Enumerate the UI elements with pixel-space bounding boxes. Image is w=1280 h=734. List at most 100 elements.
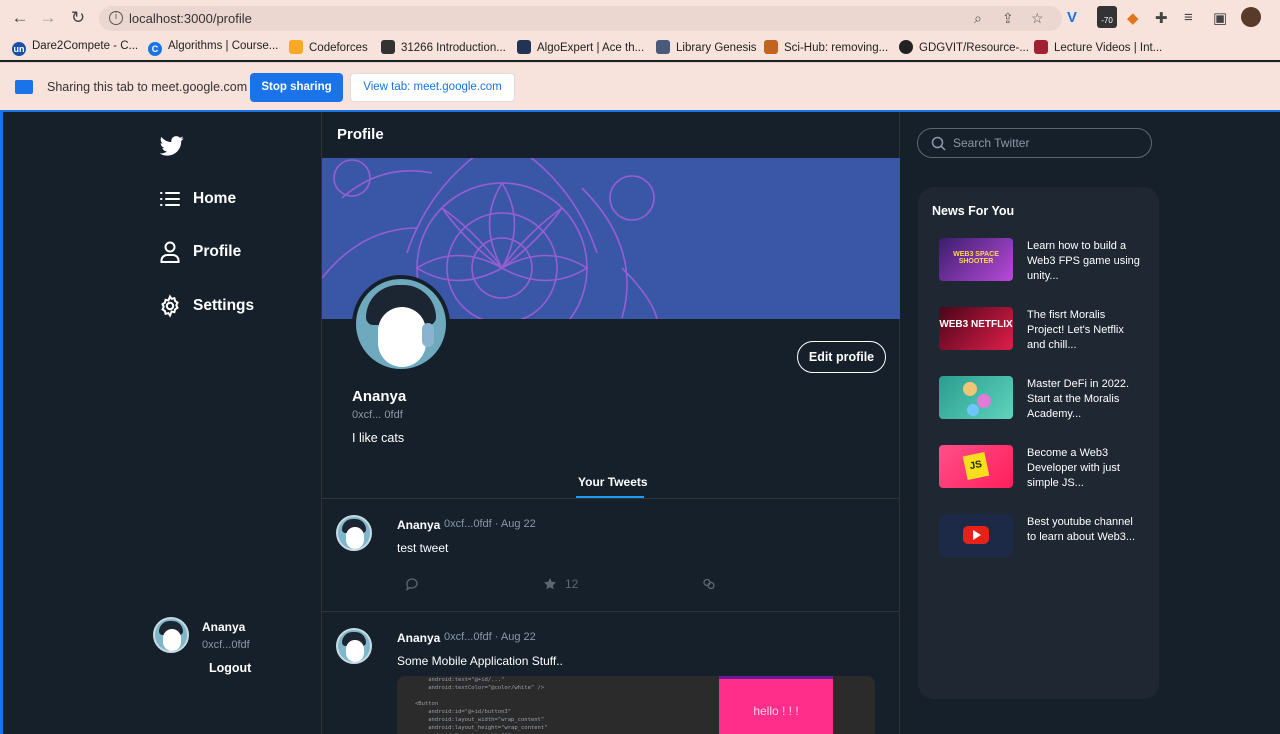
divider bbox=[322, 498, 900, 499]
sidebar-item-profile[interactable]: Profile bbox=[158, 237, 241, 267]
extensions-puzzle-icon[interactable]: ✚ bbox=[1155, 9, 1168, 27]
phone-preview: hello ! ! ! bbox=[719, 676, 833, 734]
tweet-media-image[interactable]: android:text="@+id/..." android:textColo… bbox=[397, 676, 875, 734]
right-rail: Search Twitter News For You WEB3 SPACE S… bbox=[900, 112, 1280, 734]
reload-icon[interactable]: ↻ bbox=[68, 8, 88, 28]
address-bar[interactable]: i localhost:3000/profile ⌕ ⇪ ☆ bbox=[99, 6, 1062, 31]
left-sidebar: Home Profile Settings Ananya 0xcf...0fdf… bbox=[3, 112, 321, 734]
js-logo-icon: JS bbox=[962, 451, 990, 481]
news-item[interactable]: Master DeFi in 2022. Start at the Morali… bbox=[939, 376, 1154, 422]
tab-your-tweets[interactable]: Your Tweets bbox=[578, 475, 648, 489]
bookmark-favicon-icon bbox=[764, 40, 778, 54]
bookmark-item[interactable]: Library Genesis bbox=[656, 40, 757, 54]
gear-icon bbox=[161, 294, 179, 318]
news-thumbnail: WEB3 NETFLIX bbox=[939, 307, 1013, 350]
metamask-icon[interactable]: ◆ bbox=[1127, 9, 1139, 27]
tweet-meta: 0xcf...0fdf · Aug 22 bbox=[444, 631, 536, 643]
side-panel-icon[interactable]: ▣ bbox=[1213, 9, 1227, 27]
url-text: localhost:3000/profile bbox=[129, 11, 252, 26]
link-icon bbox=[703, 578, 715, 590]
bookmark-item[interactable]: GDGVIT/Resource-... bbox=[899, 40, 1029, 54]
sidebar-item-settings[interactable]: Settings bbox=[158, 291, 254, 321]
bookmark-item[interactable]: un Dare2Compete - C... bbox=[12, 40, 138, 56]
search-input[interactable]: Search Twitter bbox=[917, 128, 1152, 158]
divider bbox=[322, 611, 900, 612]
bookmark-favicon-icon bbox=[656, 40, 670, 54]
tweet-author: Ananya bbox=[397, 518, 441, 532]
bookmark-item[interactable]: Codeforces bbox=[289, 40, 368, 54]
avatar bbox=[153, 617, 189, 653]
extension-badge-count: -70 bbox=[1101, 16, 1113, 25]
tweet-card[interactable]: Ananya 0xcf...0fdf · Aug 22 test tweet 1… bbox=[322, 515, 900, 610]
coin-icon bbox=[967, 404, 979, 416]
bookmark-favicon-icon bbox=[381, 40, 395, 54]
bookmark-favicon-icon: C bbox=[148, 42, 162, 56]
zoom-icon[interactable]: ⌕ bbox=[974, 10, 982, 27]
news-thumbnail: JS bbox=[939, 445, 1013, 488]
bookmarks-bar: un Dare2Compete - C... C Algorithms | Cour… bbox=[0, 36, 1280, 60]
news-text: Best youtube channel to learn about Web3… bbox=[1027, 516, 1136, 543]
news-item[interactable]: Best youtube channel to learn about Web3… bbox=[939, 514, 1154, 560]
news-thumbnail bbox=[939, 376, 1013, 419]
comment-icon bbox=[405, 578, 418, 591]
tweet-card[interactable]: Ananya 0xcf...0fdf · Aug 22 Some Mobile … bbox=[322, 628, 900, 734]
profile-address: 0xcf... 0fdf bbox=[352, 409, 403, 421]
github-icon bbox=[899, 40, 913, 54]
sidebar-item-label: Settings bbox=[193, 297, 255, 314]
play-icon bbox=[973, 530, 981, 540]
avatar bbox=[336, 628, 372, 664]
site-info-icon[interactable]: i bbox=[109, 11, 123, 25]
profile-avatar[interactable] bbox=[352, 275, 450, 373]
twitter-app: Home Profile Settings Ananya 0xcf...0fdf… bbox=[0, 110, 1280, 734]
bookmark-favicon-icon bbox=[289, 40, 303, 54]
news-text: The fisrt Moralis Project! Let's Netflix… bbox=[1027, 309, 1124, 351]
news-item[interactable]: WEB3 NETFLIX The fisrt Moralis Project! … bbox=[939, 307, 1154, 353]
reply-button[interactable] bbox=[405, 577, 419, 591]
bookmark-item[interactable]: 31266 Introduction... bbox=[381, 40, 506, 54]
star-icon bbox=[544, 578, 556, 590]
back-arrow-icon[interactable]: ← bbox=[10, 8, 30, 28]
page-title: Profile bbox=[337, 126, 384, 143]
news-title: News For You bbox=[932, 204, 1015, 218]
share-icon[interactable]: ⇪ bbox=[1002, 10, 1014, 27]
star-button[interactable]: 12 bbox=[543, 577, 578, 591]
extension-badge-icon[interactable]: -70 bbox=[1097, 6, 1117, 28]
news-text: Master DeFi in 2022. Start at the Morali… bbox=[1027, 378, 1130, 420]
avatar bbox=[336, 515, 372, 551]
tweet-meta: 0xcf...0fdf · Aug 22 bbox=[444, 518, 536, 530]
logout-button[interactable]: Logout bbox=[209, 661, 251, 675]
user-icon bbox=[160, 241, 180, 263]
sidebar-item-home[interactable]: Home bbox=[158, 184, 236, 214]
bookmark-item[interactable]: C Algorithms | Course... bbox=[148, 40, 278, 56]
edit-profile-button[interactable]: Edit profile bbox=[797, 341, 886, 373]
news-item[interactable]: WEB3 SPACE SHOOTER Learn how to build a … bbox=[939, 238, 1154, 284]
search-icon bbox=[931, 136, 946, 151]
sidebar-item-label: Home bbox=[193, 190, 237, 207]
main-feed: Profile Edit profile Ananya 0xcf... 0fdf… bbox=[321, 112, 900, 734]
code-screenshot: android:text="@+id/..." android:textColo… bbox=[415, 677, 548, 734]
profile-avatar-icon[interactable] bbox=[1241, 7, 1261, 27]
news-text: Become a Web3 Developer with just simple… bbox=[1027, 447, 1120, 489]
bookmark-item[interactable]: AlgoExpert | Ace th... bbox=[517, 40, 644, 54]
forward-arrow-icon[interactable]: → bbox=[38, 8, 58, 28]
bookmark-item[interactable]: Lecture Videos | Int... bbox=[1034, 40, 1162, 54]
profile-bio: I like cats bbox=[352, 431, 405, 445]
twitter-bird-icon[interactable] bbox=[160, 136, 184, 156]
tweet-author: Ananya bbox=[397, 631, 441, 645]
sidebar-user-address: 0xcf...0fdf bbox=[202, 639, 250, 651]
reading-list-icon[interactable]: ≡ bbox=[1184, 9, 1193, 26]
coin-icon bbox=[977, 394, 991, 408]
sidebar-item-label: Profile bbox=[193, 243, 242, 260]
view-tab-button[interactable]: View tab: meet.google.com bbox=[350, 73, 515, 102]
news-item[interactable]: JS Become a Web3 Developer with just sim… bbox=[939, 445, 1154, 491]
bookmark-star-icon[interactable]: ☆ bbox=[1031, 10, 1044, 27]
search-placeholder: Search Twitter bbox=[953, 136, 1030, 150]
tweet-text: test tweet bbox=[397, 541, 449, 555]
home-list-icon bbox=[160, 192, 180, 206]
bookmark-item[interactable]: Sci-Hub: removing... bbox=[764, 40, 888, 54]
news-thumbnail bbox=[939, 514, 1013, 557]
link-button[interactable] bbox=[702, 577, 716, 591]
browser-toolbar: ← → ↻ i localhost:3000/profile ⌕ ⇪ ☆ V -… bbox=[0, 0, 1280, 36]
extension-v-icon[interactable]: V bbox=[1067, 9, 1077, 26]
stop-sharing-button[interactable]: Stop sharing bbox=[250, 73, 343, 102]
